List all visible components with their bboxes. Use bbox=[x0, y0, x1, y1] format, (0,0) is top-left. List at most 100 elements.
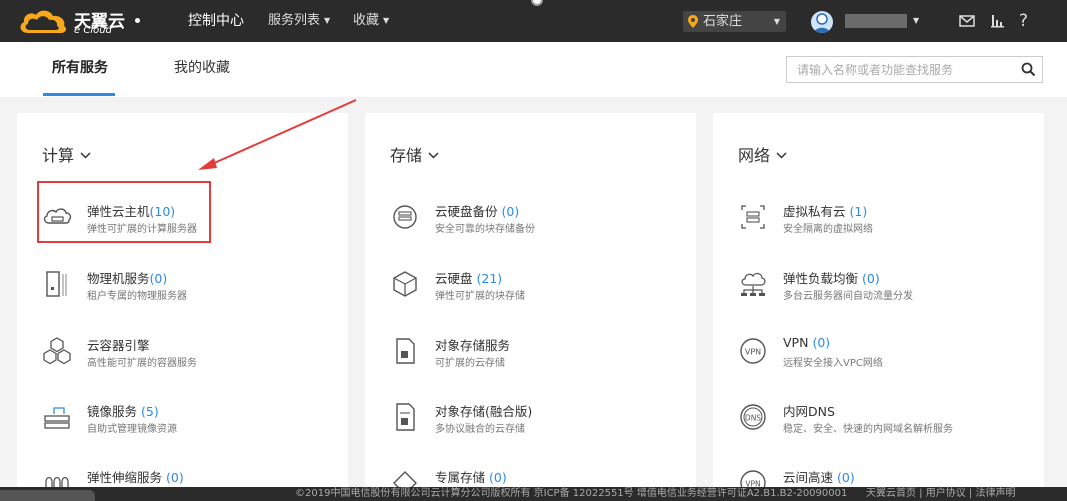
user-avatar[interactable] bbox=[811, 11, 833, 33]
search-input[interactable] bbox=[787, 57, 1013, 82]
tab-label: 我的收藏 bbox=[174, 60, 230, 76]
object-storage-icon bbox=[396, 338, 415, 364]
caret-down-icon: ▼ bbox=[773, 17, 780, 26]
logo-text-en: e Cloud bbox=[74, 25, 112, 36]
caret-down-icon: ▼ bbox=[324, 16, 331, 25]
mail-icon[interactable] bbox=[957, 11, 977, 31]
ecloud-logo[interactable]: 天翼云 e Cloud bbox=[16, 5, 126, 37]
category-title[interactable]: 存储 bbox=[390, 142, 439, 166]
physical-server-icon bbox=[46, 271, 67, 297]
tab-my-favorites[interactable]: 我的收藏 bbox=[174, 42, 230, 97]
tab-bar: 所有服务 我的收藏 bbox=[0, 42, 1067, 97]
category-title[interactable]: 计算 bbox=[42, 142, 91, 166]
category-card-compute: 计算 弹性云主机(10) 弹性可扩展的计算服务器 物理机服务(0) 租户专属的物… bbox=[17, 113, 348, 501]
category-title-label: 网络 bbox=[738, 146, 771, 165]
service-desc: 稳定、安全、快速的内网域名解析服务 bbox=[783, 424, 953, 435]
footer-copyright: ©2019中国电信股份有限公司云计算分公司版权所有 京ICP备 12022551… bbox=[295, 488, 848, 499]
service-desc: 可扩展的云存储 bbox=[435, 358, 505, 369]
service-desc: 远程安全接入VPC网络 bbox=[783, 358, 883, 369]
nav-label: 服务列表 bbox=[268, 13, 321, 28]
load-balancer-icon bbox=[741, 272, 766, 296]
service-desc: 租户专属的物理服务器 bbox=[87, 291, 187, 302]
svg-text:DNS: DNS bbox=[745, 414, 761, 423]
service-item-internal-dns[interactable]: DNS 内网DNS 稳定、安全、快速的内网域名解析服务 bbox=[738, 399, 1028, 443]
scroll-knob[interactable] bbox=[531, 0, 543, 6]
chevron-down-icon bbox=[776, 152, 787, 159]
logo-cloud-icon bbox=[20, 10, 67, 33]
tab-label: 所有服务 bbox=[52, 60, 108, 76]
vpc-icon bbox=[741, 205, 765, 229]
help-icon[interactable]: ? bbox=[1019, 0, 1028, 42]
category-title-label: 存储 bbox=[390, 146, 423, 165]
service-item-cloud-disk[interactable]: 云硬盘 (21) 弹性可扩展的块存储 bbox=[390, 266, 680, 310]
image-service-icon bbox=[44, 407, 70, 429]
category-card-storage: 存储 云硬盘备份 (0) 安全可靠的块存储备份 云硬盘 (21) 弹性可扩展的块… bbox=[365, 113, 696, 501]
service-name: 镜像服务 (5) bbox=[87, 404, 159, 419]
nav-favorites[interactable]: 收藏 ▼ bbox=[353, 0, 389, 42]
category-title[interactable]: 网络 bbox=[738, 142, 787, 166]
service-item-vpn[interactable]: VPN VPN (0) 远程安全接入VPC网络 bbox=[738, 333, 1028, 377]
nav-service-list[interactable]: 服务列表 ▼ bbox=[268, 0, 330, 42]
service-name: 内网DNS bbox=[783, 404, 835, 419]
service-name: 弹性伸缩服务 (0) bbox=[87, 470, 184, 485]
service-name: VPN (0) bbox=[783, 335, 831, 350]
caret-down-icon: ▼ bbox=[383, 16, 390, 25]
chevron-down-icon bbox=[80, 152, 91, 159]
service-item-disk-backup[interactable]: 云硬盘备份 (0) 安全可靠的块存储备份 bbox=[390, 199, 680, 243]
object-storage-fusion-icon bbox=[396, 403, 415, 431]
cloud-disk-icon bbox=[393, 271, 417, 297]
service-item-object-storage[interactable]: 对象存储服务 可扩展的云存储 bbox=[390, 333, 680, 377]
location-pin-icon bbox=[688, 15, 698, 28]
footer-left-tab bbox=[0, 490, 95, 501]
service-name: 云间高速 (0) bbox=[783, 470, 855, 485]
category-title-label: 计算 bbox=[42, 146, 75, 165]
service-desc: 安全隔离的虚拟网络 bbox=[783, 224, 873, 235]
category-card-network: 网络 虚拟私有云 (1) 安全隔离的虚拟网络 弹性负载均衡 (0) 多台云服务器… bbox=[713, 113, 1044, 501]
tab-all-services[interactable]: 所有服务 bbox=[52, 42, 108, 97]
service-item-vpc[interactable]: 虚拟私有云 (1) 安全隔离的虚拟网络 bbox=[738, 199, 1028, 243]
top-navbar: 天翼云 e Cloud 控制中心 服务列表 ▼ 收藏 ▼ 石家庄 ▼ ▼ ? bbox=[0, 0, 1067, 42]
separator-dot bbox=[135, 18, 140, 23]
svg-text:VPN: VPN bbox=[745, 348, 761, 357]
service-name: 弹性负载均衡 (0) bbox=[783, 271, 880, 286]
avatar-icon bbox=[814, 13, 830, 33]
user-menu-caret-icon[interactable]: ▼ bbox=[913, 0, 919, 42]
region-selector[interactable]: 石家庄 ▼ bbox=[683, 11, 786, 32]
service-name: 云容器引擎 bbox=[87, 338, 150, 353]
service-name: 对象存储服务 bbox=[435, 338, 511, 353]
service-item-image-service[interactable]: 镜像服务 (5) 自助式管理镜像资源 bbox=[42, 399, 332, 443]
service-item-container-engine[interactable]: 云容器引擎 高性能可扩展的容器服务 bbox=[42, 333, 332, 377]
service-name: 对象存储(融合版) bbox=[435, 404, 533, 419]
nav-control-center[interactable]: 控制中心 bbox=[188, 0, 244, 42]
chevron-down-icon bbox=[428, 152, 439, 159]
service-search bbox=[786, 56, 1043, 83]
service-desc: 多协议融合的云存储 bbox=[435, 424, 525, 435]
nav-label: 收藏 bbox=[353, 13, 380, 28]
active-tab-indicator bbox=[43, 93, 115, 96]
region-label: 石家庄 bbox=[703, 14, 743, 29]
service-name: 专属存储 (0) bbox=[435, 470, 507, 485]
dns-icon: DNS bbox=[740, 404, 766, 430]
service-name: 物理机服务(0) bbox=[87, 271, 168, 286]
service-item-physical-server[interactable]: 物理机服务(0) 租户专属的物理服务器 bbox=[42, 266, 332, 310]
search-icon[interactable] bbox=[1021, 62, 1036, 77]
page-footer: ©2019中国电信股份有限公司云计算分公司版权所有 京ICP备 12022551… bbox=[0, 487, 1067, 501]
footer-links[interactable]: 天翼云首页 | 用户协议 | 法律声明 bbox=[866, 487, 1015, 501]
container-icon bbox=[43, 337, 71, 365]
bar-chart-icon[interactable] bbox=[988, 11, 1008, 31]
service-name: 云硬盘备份 (0) bbox=[435, 204, 520, 219]
service-name: 云硬盘 (21) bbox=[435, 271, 503, 286]
username-redacted[interactable] bbox=[845, 14, 907, 28]
service-desc: 自助式管理镜像资源 bbox=[87, 424, 177, 435]
annotation-highlight-box bbox=[37, 181, 211, 243]
service-desc: 多台云服务器间自动流量分发 bbox=[783, 291, 913, 302]
service-item-load-balancer[interactable]: 弹性负载均衡 (0) 多台云服务器间自动流量分发 bbox=[738, 266, 1028, 310]
service-desc: 弹性可扩展的块存储 bbox=[435, 291, 525, 302]
disk-backup-icon bbox=[393, 205, 417, 229]
vpn-icon: VPN bbox=[740, 338, 766, 364]
service-name: 虚拟私有云 (1) bbox=[783, 204, 868, 219]
service-item-object-storage-fusion[interactable]: 对象存储(融合版) 多协议融合的云存储 bbox=[390, 399, 680, 443]
service-desc: 高性能可扩展的容器服务 bbox=[87, 358, 197, 369]
nav-label: 控制中心 bbox=[188, 13, 244, 29]
service-desc: 安全可靠的块存储备份 bbox=[435, 224, 535, 235]
